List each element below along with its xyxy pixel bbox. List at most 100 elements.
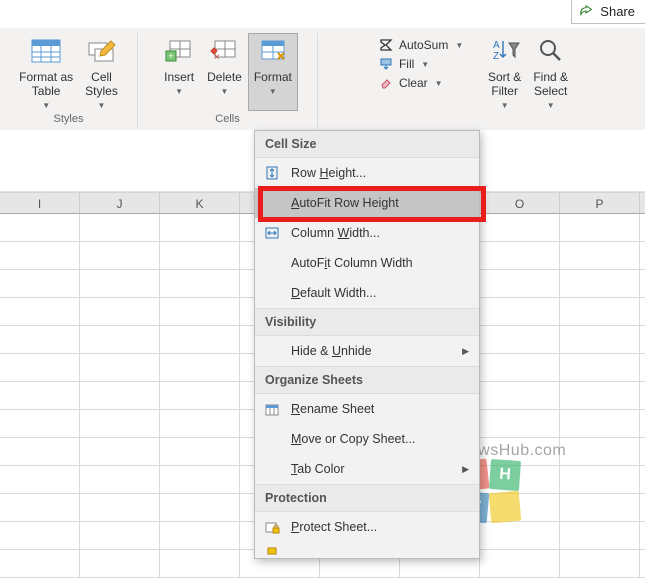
cell-styles-button[interactable]: Cell Styles ▼ bbox=[79, 33, 124, 111]
grid-cell[interactable] bbox=[160, 466, 240, 493]
fill-button[interactable]: Fill ▼ bbox=[378, 56, 478, 72]
grid-cell[interactable] bbox=[480, 242, 560, 269]
grid-cell[interactable] bbox=[480, 354, 560, 381]
grid-cell[interactable] bbox=[160, 522, 240, 549]
grid-cell[interactable] bbox=[640, 270, 645, 297]
grid-cell[interactable] bbox=[160, 326, 240, 353]
grid-cell[interactable] bbox=[80, 550, 160, 577]
grid-cell[interactable] bbox=[560, 326, 640, 353]
grid-cell[interactable] bbox=[80, 466, 160, 493]
grid-cell[interactable] bbox=[160, 550, 240, 577]
grid-cell[interactable] bbox=[480, 214, 560, 241]
grid-cell[interactable] bbox=[480, 326, 560, 353]
grid-cell[interactable] bbox=[640, 522, 645, 549]
sort-filter-button[interactable]: AZ Sort & Filter ▼ bbox=[482, 33, 527, 111]
grid-cell[interactable] bbox=[0, 438, 80, 465]
grid-cell[interactable] bbox=[640, 466, 645, 493]
grid-cell[interactable] bbox=[640, 438, 645, 465]
grid-cell[interactable] bbox=[160, 270, 240, 297]
grid-cell[interactable] bbox=[0, 382, 80, 409]
grid-cell[interactable] bbox=[80, 438, 160, 465]
insert-button[interactable]: + Insert ▼ bbox=[157, 33, 201, 111]
grid-cell[interactable] bbox=[80, 522, 160, 549]
grid-cell[interactable] bbox=[640, 382, 645, 409]
grid-cell[interactable] bbox=[560, 354, 640, 381]
grid-cell[interactable] bbox=[560, 466, 640, 493]
grid-cell[interactable] bbox=[160, 214, 240, 241]
clear-button[interactable]: Clear ▼ bbox=[378, 75, 478, 91]
grid-cell[interactable] bbox=[640, 354, 645, 381]
grid-cell[interactable] bbox=[0, 550, 80, 577]
format-as-table-button[interactable]: Format as Table ▼ bbox=[13, 33, 79, 111]
grid-cell[interactable] bbox=[80, 354, 160, 381]
grid-cell[interactable] bbox=[0, 270, 80, 297]
grid-cell[interactable] bbox=[480, 382, 560, 409]
grid-cell[interactable] bbox=[80, 494, 160, 521]
column-header[interactable]: O bbox=[480, 193, 560, 213]
grid-cell[interactable] bbox=[560, 270, 640, 297]
grid-cell[interactable] bbox=[0, 298, 80, 325]
menu-item-rename-sheet[interactable]: Rename Sheet bbox=[255, 394, 479, 424]
grid-cell[interactable] bbox=[560, 242, 640, 269]
column-header[interactable]: K bbox=[160, 193, 240, 213]
grid-cell[interactable] bbox=[160, 382, 240, 409]
grid-cell[interactable] bbox=[0, 214, 80, 241]
grid-cell[interactable] bbox=[0, 494, 80, 521]
grid-cell[interactable] bbox=[160, 298, 240, 325]
menu-item-move-copy-sheet[interactable]: Move or Copy Sheet... bbox=[255, 424, 479, 454]
grid-cell[interactable] bbox=[640, 550, 645, 577]
grid-cell[interactable] bbox=[560, 550, 640, 577]
column-header[interactable]: P bbox=[560, 193, 640, 213]
grid-cell[interactable] bbox=[0, 522, 80, 549]
menu-item-column-width[interactable]: Column Width... bbox=[255, 218, 479, 248]
column-header[interactable]: J bbox=[80, 193, 160, 213]
grid-cell[interactable] bbox=[640, 242, 645, 269]
delete-button[interactable]: × Delete ▼ bbox=[201, 33, 248, 111]
grid-cell[interactable] bbox=[640, 214, 645, 241]
find-select-button[interactable]: Find & Select ▼ bbox=[527, 33, 574, 111]
grid-cell[interactable] bbox=[480, 550, 560, 577]
autosum-button[interactable]: AutoSum ▼ bbox=[378, 37, 478, 53]
grid-cell[interactable] bbox=[160, 242, 240, 269]
grid-cell[interactable] bbox=[640, 298, 645, 325]
grid-cell[interactable] bbox=[160, 494, 240, 521]
grid-cell[interactable] bbox=[80, 382, 160, 409]
grid-cell[interactable] bbox=[560, 438, 640, 465]
menu-item-protect-sheet[interactable]: Protect Sheet... bbox=[255, 512, 479, 542]
grid-cell[interactable] bbox=[0, 242, 80, 269]
grid-cell[interactable] bbox=[560, 410, 640, 437]
grid-cell[interactable] bbox=[480, 410, 560, 437]
grid-cell[interactable] bbox=[80, 298, 160, 325]
grid-cell[interactable] bbox=[480, 298, 560, 325]
menu-item-default-width[interactable]: Default Width... bbox=[255, 278, 479, 308]
grid-cell[interactable] bbox=[480, 270, 560, 297]
grid-cell[interactable] bbox=[80, 242, 160, 269]
grid-cell[interactable] bbox=[0, 354, 80, 381]
grid-cell[interactable] bbox=[560, 522, 640, 549]
menu-item-hide-unhide[interactable]: Hide & Unhide ▶ bbox=[255, 336, 479, 366]
grid-cell[interactable] bbox=[560, 494, 640, 521]
grid-cell[interactable] bbox=[160, 354, 240, 381]
grid-cell[interactable] bbox=[80, 270, 160, 297]
menu-item-tab-color[interactable]: Tab Color ▶ bbox=[255, 454, 479, 484]
grid-cell[interactable] bbox=[0, 466, 80, 493]
grid-cell[interactable] bbox=[640, 410, 645, 437]
grid-cell[interactable] bbox=[80, 326, 160, 353]
grid-cell[interactable] bbox=[560, 214, 640, 241]
grid-cell[interactable] bbox=[160, 438, 240, 465]
grid-cell[interactable] bbox=[80, 214, 160, 241]
grid-cell[interactable] bbox=[160, 410, 240, 437]
grid-cell[interactable] bbox=[640, 494, 645, 521]
grid-cell[interactable] bbox=[80, 410, 160, 437]
menu-item-row-height[interactable]: Row Height... bbox=[255, 158, 479, 188]
grid-cell[interactable] bbox=[480, 522, 560, 549]
grid-cell[interactable] bbox=[560, 298, 640, 325]
menu-item-autofit-row-height[interactable]: AutoFit Row Height bbox=[255, 188, 479, 218]
grid-cell[interactable] bbox=[0, 326, 80, 353]
menu-item-autofit-column-width[interactable]: AutoFit Column Width bbox=[255, 248, 479, 278]
column-header[interactable]: I bbox=[0, 193, 80, 213]
grid-cell[interactable] bbox=[640, 326, 645, 353]
format-button[interactable]: Format ▼ bbox=[248, 33, 298, 111]
share-button[interactable]: Share bbox=[571, 0, 645, 24]
grid-cell[interactable] bbox=[560, 382, 640, 409]
